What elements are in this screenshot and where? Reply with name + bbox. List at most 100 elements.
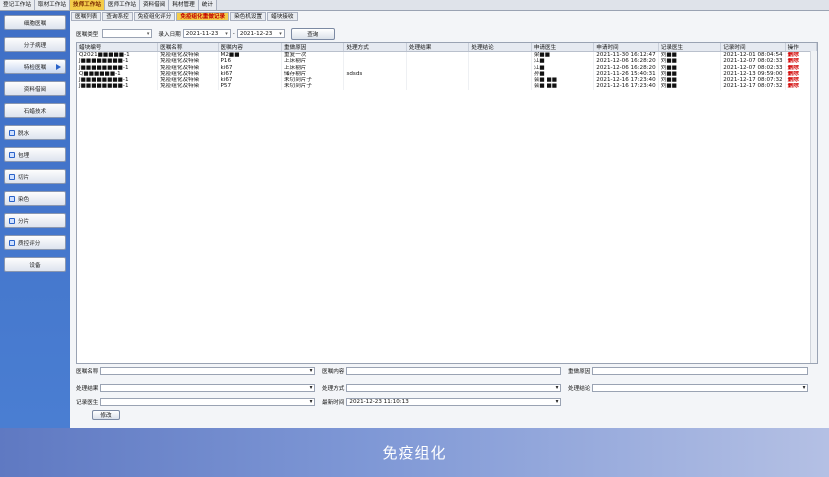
sidebar-item-label: 分片 [18,218,30,225]
split-icon [9,217,15,224]
record-doctor-select[interactable]: ▾ [100,397,316,406]
sidebar-item[interactable]: 脱水 [4,125,66,140]
top-tab[interactable]: 耗材管理 [169,0,199,10]
column-header[interactable]: 记录医生 [658,43,722,52]
table-cell: 免疫组化及特染 [157,83,219,90]
sub-tab[interactable]: 医嘱列表 [71,12,102,21]
sidebar-item-label: 脱水 [18,130,30,137]
chevron-down-icon: ▾ [146,30,150,37]
result-row: 处理结果 ▾ [76,383,316,392]
caption-text: 免疫组化 [382,444,447,462]
table-cell [468,83,532,90]
sidebar-item[interactable]: 资料借阅 [4,81,66,96]
conclusion-row: 处理结论 ▾ [568,383,809,392]
table-cell: 2021-12-17 08:07:32 [720,83,786,90]
sidebar-item[interactable]: 染色 [4,191,66,206]
sidebar-item[interactable]: 石蜡技术 [4,103,66,118]
result-select[interactable]: ▾ [100,383,316,392]
chevron-down-icon: ▾ [555,384,559,391]
table-cell: 2021-12-07 08:02:33 [720,58,786,65]
top-nav: 登记工作站 取材工作站 技师工作站 医师工作站 资料借阅 耗材管理 统计 [0,0,829,11]
table-cell: Q2021■■■■■-1 [77,51,159,59]
sidebar-item[interactable]: 细胞医嘱 [4,15,66,30]
top-tab[interactable]: 统计 [198,0,217,10]
table-cell [406,51,470,59]
top-tab[interactable]: 资料借阅 [139,0,170,10]
brush-icon [9,195,15,202]
sidebar-item-label: 分子病理 [23,42,47,49]
top-tab[interactable]: 医师工作站 [104,0,140,10]
filter-bar: 医嘱类型 ▾ 录入日期 2021-11-23 ▾ - 2021-12-23 ▾ 查询 [76,27,335,40]
column-header[interactable]: 蜡块编号 [77,43,159,52]
sidebar-item[interactable]: 特检医嘱 [4,59,66,74]
chevron-down-icon: ▾ [555,398,559,405]
sidebar-item-label: 切片 [18,174,30,181]
table-cell [343,51,407,59]
table-cell: J■■■■■■■■-1 [77,83,159,90]
edit-form: 医嘱名称 ▾ 医嘱内容 重做原因 处理结果 ▾ 处理方式 ▾ 处理结论 ▾ 记录… [76,366,818,420]
sidebar-item-label: 细胞医嘱 [23,20,47,27]
chevron-down-icon: ▾ [225,30,228,37]
table-cell: 2021-12-06 16:28:20 [593,58,659,65]
sidebar-item-label: 石蜡技术 [23,108,47,115]
table-cell: 2021-12-16 17:23:40 [593,83,659,90]
order-name-field[interactable]: ▾ [100,366,316,375]
order-content-field[interactable] [346,366,562,375]
records-table: 蜡块编号 医嘱名称 医嘱内容 重做原因 处理方式 处理结果 处理结论 申请医生 申请时间 记录医生… [76,42,818,364]
table-cell: 2021-12-01 08:04:54 [720,51,786,59]
sidebar-item[interactable]: 切片 [4,169,66,184]
table-cell [468,51,532,59]
entry-date-label: 录入日期 [158,31,181,38]
record-time-picker[interactable]: 2021-12-23 11:10:13 ▾ [346,397,562,406]
column-header[interactable]: 记录时间 [720,43,786,52]
sidebar-item-label: 染色 [18,196,30,203]
vertical-scrollbar[interactable] [810,51,817,363]
redo-reason-field[interactable] [592,366,809,375]
table-cell: 刘■■ [658,83,722,90]
table-cell: 会■ ■■ [531,83,595,90]
sidebar-item-label: 特检医嘱 [23,64,47,71]
column-header[interactable]: 处理结果 [406,43,470,52]
sub-tab[interactable]: 免疫组化重做记录 [176,12,230,21]
method-row: 处理方式 ▾ [322,383,562,392]
sub-tab[interactable]: 免疫组化评分 [133,12,176,21]
sidebar-item[interactable]: 分子病理 [4,37,66,52]
query-button[interactable]: 查询 [290,27,335,40]
record-time-row: 最新时间 2021-12-23 11:10:13 ▾ [322,397,562,406]
date-from-picker[interactable]: 2021-11-23 ▾ [182,29,231,38]
column-header[interactable]: 医嘱内容 [218,43,283,52]
column-header[interactable]: 重做原因 [281,43,345,52]
column-header[interactable]: 处理方式 [343,43,407,52]
method-select[interactable]: ▾ [346,383,562,392]
table-row[interactable]: Q2021■■■■■-1 免疫组化及特染 M2■■ 重复一次 梁■■ 2021-11-30… [77,51,818,59]
chevron-down-icon: ▾ [309,367,313,374]
conclusion-select[interactable]: ▾ [592,383,809,392]
order-type-select[interactable]: ▾ [102,29,153,38]
table-cell: 2021-12-06 16:28:20 [593,64,659,71]
top-tab[interactable]: 技师工作站 [69,0,105,10]
table-cell: 免疫组化及特染 [157,51,219,59]
order-name-row: 医嘱名称 ▾ [76,366,316,375]
table-row[interactable]: J■■■■■■■■-1 免疫组化及特染 P57 未切到片子 会■ ■■ 2021-12-1… [77,83,818,90]
sidebar-item[interactable]: 包埋 [4,147,66,162]
sidebar-item[interactable]: 分片 [4,213,66,228]
top-tab[interactable]: 登记工作站 [0,0,35,10]
column-header[interactable]: 医嘱名称 [157,43,219,52]
date-to-picker[interactable]: 2021-12-23 ▾ [236,29,285,38]
column-header[interactable]: 处理结论 [468,43,532,52]
main-panel: 医嘱列表 查询系控 免疫组化评分 免疫组化重做记录 染色机设置 蜡块接收 医嘱类型 ▾ 录… [70,11,829,428]
sub-tab[interactable]: 查询系控 [102,12,133,21]
arrow-right-icon [56,64,61,70]
column-header[interactable]: 申请医生 [531,43,595,52]
table-cell: 刘■■ [658,51,722,59]
caption-banner: 免疫组化 [0,428,829,477]
column-header[interactable]: 申请时间 [593,43,659,52]
sidebar-item[interactable]: 设备 [4,257,66,272]
sidebar-item[interactable]: 质控评分 [4,235,66,250]
top-tab[interactable]: 取材工作站 [34,0,70,10]
edit-button[interactable]: 修改 [92,410,120,420]
table-header: 蜡块编号 医嘱名称 医嘱内容 重做原因 处理方式 处理结果 处理结论 申请医生 申请时间 记录医生… [77,43,818,52]
sub-tab[interactable]: 染色机设置 [230,12,267,21]
table-cell [406,83,470,90]
sub-tab[interactable]: 蜡块接收 [267,12,298,21]
